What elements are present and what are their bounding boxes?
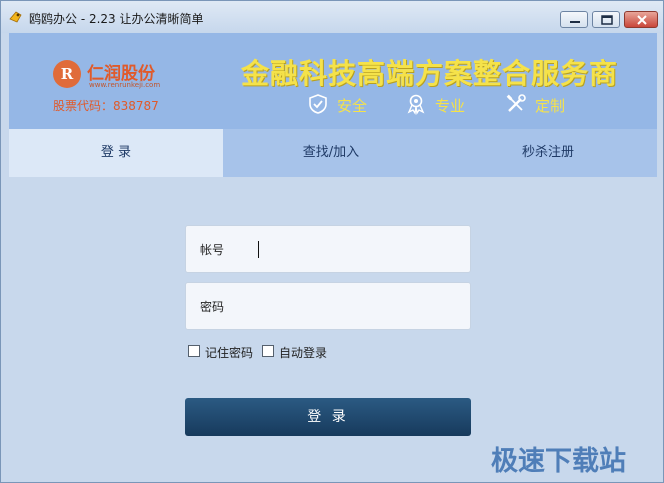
app-logo-icon: [9, 11, 22, 23]
title-bar[interactable]: 鸥鸥办公 - 2.23 让办公清晰简单: [1, 1, 663, 33]
feature-security-label: 安全: [337, 97, 368, 115]
slogan: 金融科技高端方案整合服务商: [241, 57, 619, 90]
header-banner: R 仁润股份 www.renrunkeji.com 股票代码：838787 金融…: [9, 33, 657, 129]
company-url: www.renrunkeji.com: [89, 81, 161, 89]
shield-check-icon: [309, 94, 327, 114]
feature-professional-label: 专业: [435, 97, 466, 115]
company-logo-letter: R: [60, 65, 74, 83]
watermark: 极速下载站: [491, 446, 626, 477]
tab-quick-register[interactable]: 秒杀注册: [439, 129, 657, 177]
app-window: 鸥鸥办公 - 2.23 让办公清晰简单 R 仁润股份 www.renrunkej…: [0, 0, 664, 483]
password-label: 密码: [200, 300, 225, 314]
login-panel: 帐号 密码 记住密码 自动登录 登 录: [9, 177, 657, 476]
auto-login-label[interactable]: 自动登录: [279, 344, 327, 361]
remember-password-checkbox[interactable]: [188, 345, 200, 357]
tools-icon: [506, 94, 526, 112]
feature-custom-label: 定制: [535, 97, 566, 115]
account-label: 帐号: [200, 243, 225, 257]
window-title: 鸥鸥办公 - 2.23 让办公清晰简单: [29, 12, 204, 26]
award-ribbon-icon: [407, 94, 425, 115]
minimize-icon: [570, 21, 580, 23]
stock-code: 股票代码：838787: [53, 99, 159, 113]
company-logo: R: [53, 60, 81, 88]
close-icon: [637, 15, 647, 25]
remember-password-label[interactable]: 记住密码: [205, 344, 253, 361]
account-field[interactable]: 帐号: [185, 225, 471, 273]
maximize-icon: [601, 15, 613, 25]
minimize-button[interactable]: [560, 11, 588, 28]
auto-login-checkbox[interactable]: [262, 345, 274, 357]
maximize-button[interactable]: [592, 11, 620, 28]
login-button[interactable]: 登 录: [185, 398, 471, 436]
password-field[interactable]: 密码: [185, 282, 471, 330]
text-caret: [258, 241, 259, 258]
tab-bar: 登 录 查找/加入 秒杀注册: [9, 129, 657, 177]
close-button[interactable]: [624, 11, 658, 28]
tab-login[interactable]: 登 录: [9, 129, 223, 177]
tab-find-join[interactable]: 查找/加入: [223, 129, 439, 177]
